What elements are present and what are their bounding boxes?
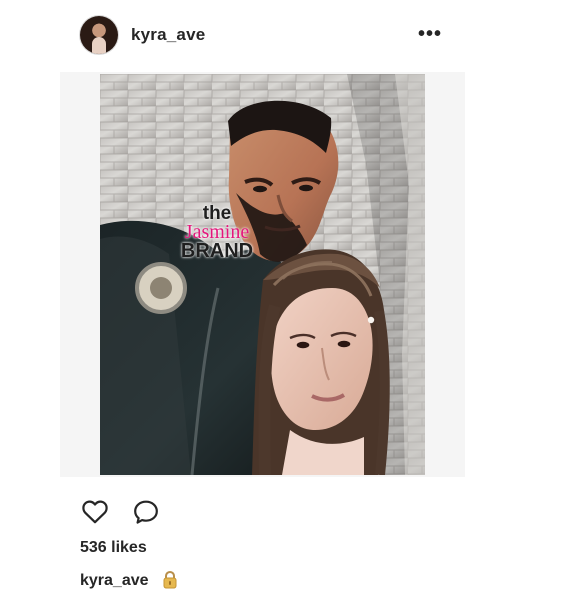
more-options-icon[interactable]: ••• bbox=[418, 24, 442, 44]
likes-count: 536 likes bbox=[80, 539, 147, 556]
post-photo bbox=[100, 74, 425, 475]
avatar[interactable] bbox=[80, 16, 118, 54]
caption-username[interactable]: kyra_ave bbox=[80, 571, 149, 591]
post-header: kyra_ave ••• bbox=[0, 0, 571, 70]
username[interactable]: kyra_ave bbox=[131, 25, 205, 45]
comment-icon[interactable] bbox=[131, 497, 161, 527]
post-image-frame: the Jasmine BRAND bbox=[60, 72, 465, 477]
lock-icon bbox=[162, 570, 178, 590]
heart-icon[interactable] bbox=[80, 497, 110, 527]
